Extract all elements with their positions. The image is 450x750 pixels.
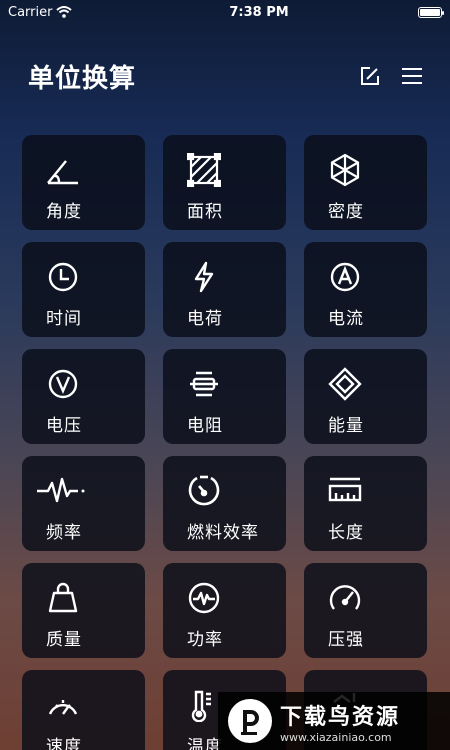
- battery-fill: [420, 8, 440, 16]
- tile-speed[interactable]: 速度: [22, 670, 145, 750]
- area-icon: [187, 153, 221, 187]
- tile-resistance[interactable]: 电阻: [163, 349, 286, 444]
- wifi-icon: [56, 6, 73, 18]
- tile-power[interactable]: 功率: [163, 563, 286, 658]
- tile-voltage[interactable]: 电压: [22, 349, 145, 444]
- power-icon: [188, 582, 220, 614]
- speedometer-icon: [48, 700, 78, 715]
- tile-label: 面积: [187, 202, 223, 222]
- status-bar: Carrier 7:38 PM: [0, 0, 450, 24]
- watermark-text: 下载鸟资源 www.xiazainiao.com: [280, 699, 400, 744]
- tile-label: 长度: [328, 523, 364, 543]
- status-left: Carrier: [8, 5, 168, 20]
- watermark-url: www.xiazainiao.com: [280, 730, 392, 744]
- edit-icon[interactable]: [358, 64, 382, 88]
- tile-time[interactable]: 时间: [22, 242, 145, 337]
- status-time: 7:38 PM: [229, 4, 289, 20]
- clock-icon: [48, 262, 78, 292]
- tile-label: 电压: [46, 416, 82, 436]
- header: 单位换算: [28, 58, 424, 94]
- tile-label: 电阻: [187, 416, 223, 436]
- angle-icon: [47, 160, 78, 185]
- tile-length[interactable]: 长度: [304, 456, 427, 551]
- tile-label: 功率: [187, 630, 223, 650]
- watermark-title: 下载鸟资源: [280, 704, 401, 730]
- tile-mass[interactable]: 质量: [22, 563, 145, 658]
- tile-label: 压强: [328, 630, 364, 650]
- carrier-label: Carrier: [8, 4, 53, 20]
- tile-density[interactable]: 密度: [304, 135, 427, 230]
- tile-label: 质量: [46, 630, 82, 650]
- energy-icon: [328, 367, 362, 401]
- tile-pressure[interactable]: 压强: [304, 563, 427, 658]
- tile-label: 能量: [328, 416, 364, 436]
- tile-label: 时间: [46, 309, 82, 329]
- tile-label: 电流: [328, 309, 364, 329]
- pressure-gauge-icon: [329, 585, 361, 610]
- page-title: 单位换算: [28, 63, 137, 94]
- voltage-icon: [48, 369, 78, 399]
- tile-label: 频率: [46, 523, 82, 543]
- converter-grid: 角度 面积 密度 时间 电荷 电流 电压 电阻 能量 频率 燃料效率 长度 质量…: [22, 135, 428, 750]
- menu-icon[interactable]: [400, 64, 424, 88]
- tile-angle[interactable]: 角度: [22, 135, 145, 230]
- tile-label: 电荷: [187, 309, 223, 329]
- watermark-logo-icon: [228, 699, 272, 743]
- tile-label: 角度: [46, 202, 82, 222]
- current-icon: [330, 262, 360, 292]
- tile-charge[interactable]: 电荷: [163, 242, 286, 337]
- status-right: [382, 6, 444, 18]
- lightning-icon: [194, 261, 214, 293]
- tile-label: 密度: [328, 202, 364, 222]
- weight-icon: [48, 582, 78, 613]
- tile-current[interactable]: 电流: [304, 242, 427, 337]
- ruler-icon: [328, 477, 362, 502]
- thermometer-icon: [191, 690, 211, 722]
- frequency-icon: [37, 477, 85, 503]
- tile-label: 燃料效率: [187, 523, 259, 543]
- watermark: 下载鸟资源 www.xiazainiao.com: [218, 692, 450, 750]
- tile-frequency[interactable]: 频率: [22, 456, 145, 551]
- resistor-icon: [190, 371, 218, 397]
- battery-icon: [418, 6, 444, 18]
- tile-energy[interactable]: 能量: [304, 349, 427, 444]
- density-icon: [330, 153, 360, 187]
- tile-label: 速度: [46, 737, 82, 750]
- fuel-efficiency-icon: [188, 475, 220, 506]
- tile-area[interactable]: 面积: [163, 135, 286, 230]
- tile-fuel-efficiency[interactable]: 燃料效率: [163, 456, 286, 551]
